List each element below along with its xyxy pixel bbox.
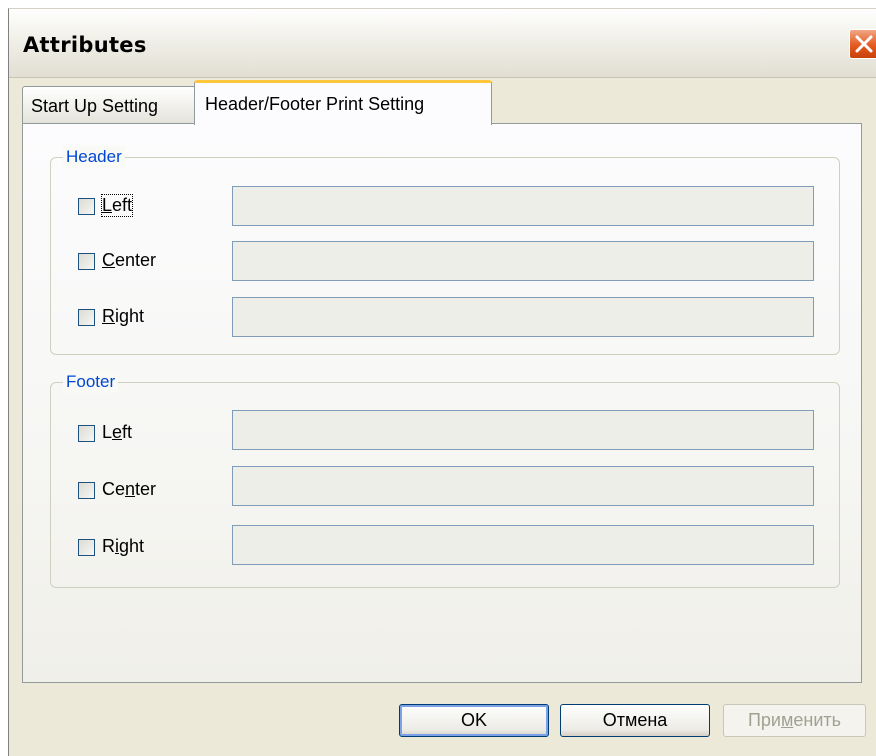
header-right-label[interactable]: Right xyxy=(102,306,144,327)
footer-right-label-rest: ght xyxy=(119,536,145,556)
header-left-input[interactable] xyxy=(232,186,814,226)
footer-right-label[interactable]: Right xyxy=(102,536,144,557)
footer-right-checkbox[interactable] xyxy=(78,539,95,556)
ok-button[interactable]: OK xyxy=(399,704,549,737)
header-right-label-rest: ight xyxy=(115,306,145,326)
tab-header-footer-print-setting[interactable]: Header/Footer Print Setting xyxy=(194,80,492,125)
cancel-button[interactable]: Отмена xyxy=(560,704,710,737)
footer-group-legend: Footer xyxy=(63,371,119,393)
header-right-checkbox[interactable] xyxy=(78,309,95,326)
header-center-label[interactable]: Center xyxy=(102,250,156,271)
dialog-title: Attributes xyxy=(23,33,147,57)
header-center-mnemonic: C xyxy=(102,250,115,270)
close-icon xyxy=(855,35,873,53)
header-right-input[interactable] xyxy=(232,297,814,337)
close-button[interactable] xyxy=(849,29,876,59)
footer-center-label-rest: ter xyxy=(135,479,157,499)
footer-center-mnemonic: n xyxy=(125,479,136,499)
header-center-label-rest: enter xyxy=(115,250,157,270)
footer-left-label[interactable]: Left xyxy=(102,422,132,443)
header-left-mnemonic: L xyxy=(102,195,113,215)
title-bar: Attributes xyxy=(9,9,876,78)
footer-left-label-rest: ft xyxy=(122,422,133,442)
header-left-label[interactable]: Left xyxy=(100,194,134,217)
apply-button[interactable]: Применить xyxy=(723,704,866,737)
apply-label-rest: енить xyxy=(793,710,842,730)
footer-right-label-pre: R xyxy=(102,536,115,556)
footer-left-mnemonic: e xyxy=(112,422,123,442)
footer-center-label-pre: Ce xyxy=(102,479,126,499)
header-center-checkbox[interactable] xyxy=(78,253,95,270)
apply-label-pre: При xyxy=(747,710,781,730)
footer-center-label[interactable]: Center xyxy=(102,479,156,500)
tab-start-up-setting[interactable]: Start Up Setting xyxy=(22,86,197,124)
footer-center-input[interactable] xyxy=(232,466,814,506)
header-center-input[interactable] xyxy=(232,241,814,281)
apply-mnemonic: м xyxy=(781,710,794,730)
footer-left-checkbox[interactable] xyxy=(78,425,95,442)
footer-right-input[interactable] xyxy=(232,525,814,565)
header-left-label-rest: eft xyxy=(112,195,133,215)
header-left-checkbox[interactable] xyxy=(78,198,95,215)
footer-center-checkbox[interactable] xyxy=(78,482,95,499)
footer-left-label-pre: L xyxy=(102,422,113,442)
footer-left-input[interactable] xyxy=(232,410,814,450)
header-group-legend: Header xyxy=(63,146,125,168)
header-right-mnemonic: R xyxy=(102,306,115,326)
